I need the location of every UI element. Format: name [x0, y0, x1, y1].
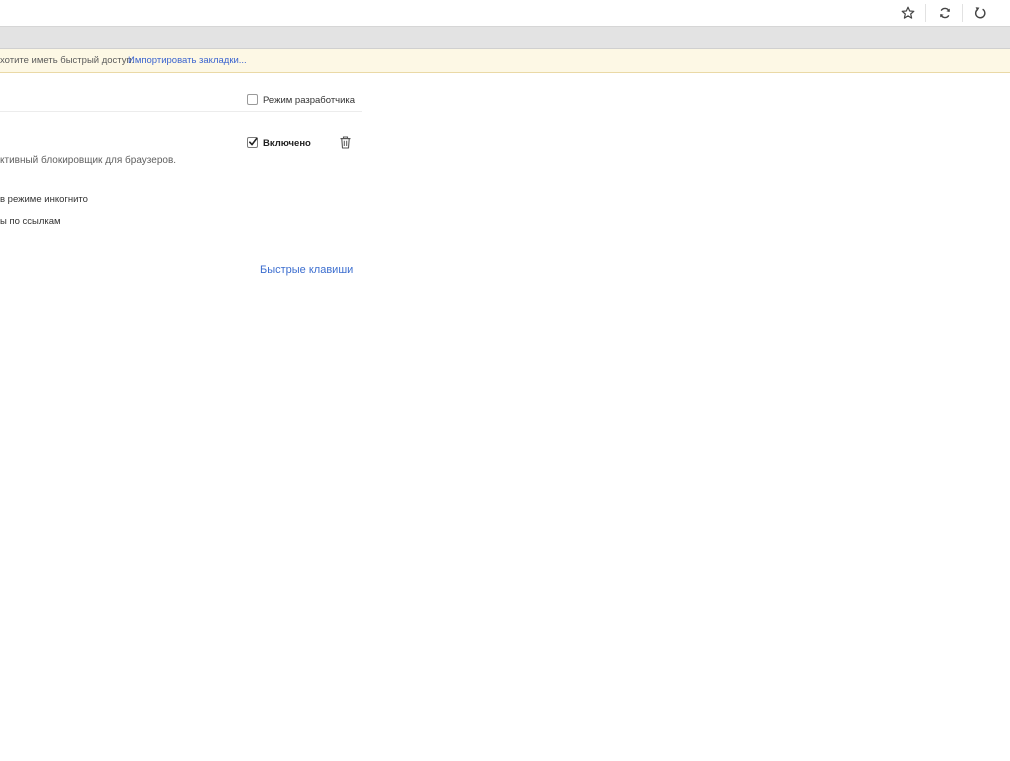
dev-mode-label: Режим разработчика: [263, 95, 356, 106]
enabled-checkbox[interactable]: [247, 137, 258, 148]
bookmarks-bar: [0, 27, 1010, 49]
reload-icon: [975, 7, 986, 19]
reload-button[interactable]: [969, 3, 991, 23]
browser-toolbar: [0, 0, 1010, 27]
checkmark-icon: [249, 137, 258, 146]
toolbar-separator: [925, 4, 926, 22]
allow-file-urls-option[interactable]: ы по ссылкам: [0, 216, 61, 228]
bookmark-star-button[interactable]: [897, 3, 919, 23]
extension-description: ктивный блокировщик для браузеров.: [0, 155, 177, 166]
enabled-label: Включено: [263, 138, 311, 149]
trash-icon[interactable]: [339, 136, 352, 149]
toolbar-separator: [962, 4, 963, 22]
header-divider: [0, 111, 362, 112]
import-bookmarks-link[interactable]: Импортировать закладки...: [128, 49, 247, 72]
allow-incognito-option[interactable]: в режиме инкогнито: [0, 194, 88, 206]
keyboard-shortcuts-link[interactable]: Быстрые клавиши: [260, 264, 353, 277]
import-bookmarks-infobar: хотите иметь быстрый доступ. Импортирова…: [0, 49, 1010, 73]
dev-mode-checkbox[interactable]: [247, 94, 258, 105]
sync-icon: [940, 7, 950, 19]
infobar-message: хотите иметь быстрый доступ.: [0, 55, 135, 66]
star-icon: [901, 6, 915, 19]
sync-button[interactable]: [934, 3, 956, 23]
